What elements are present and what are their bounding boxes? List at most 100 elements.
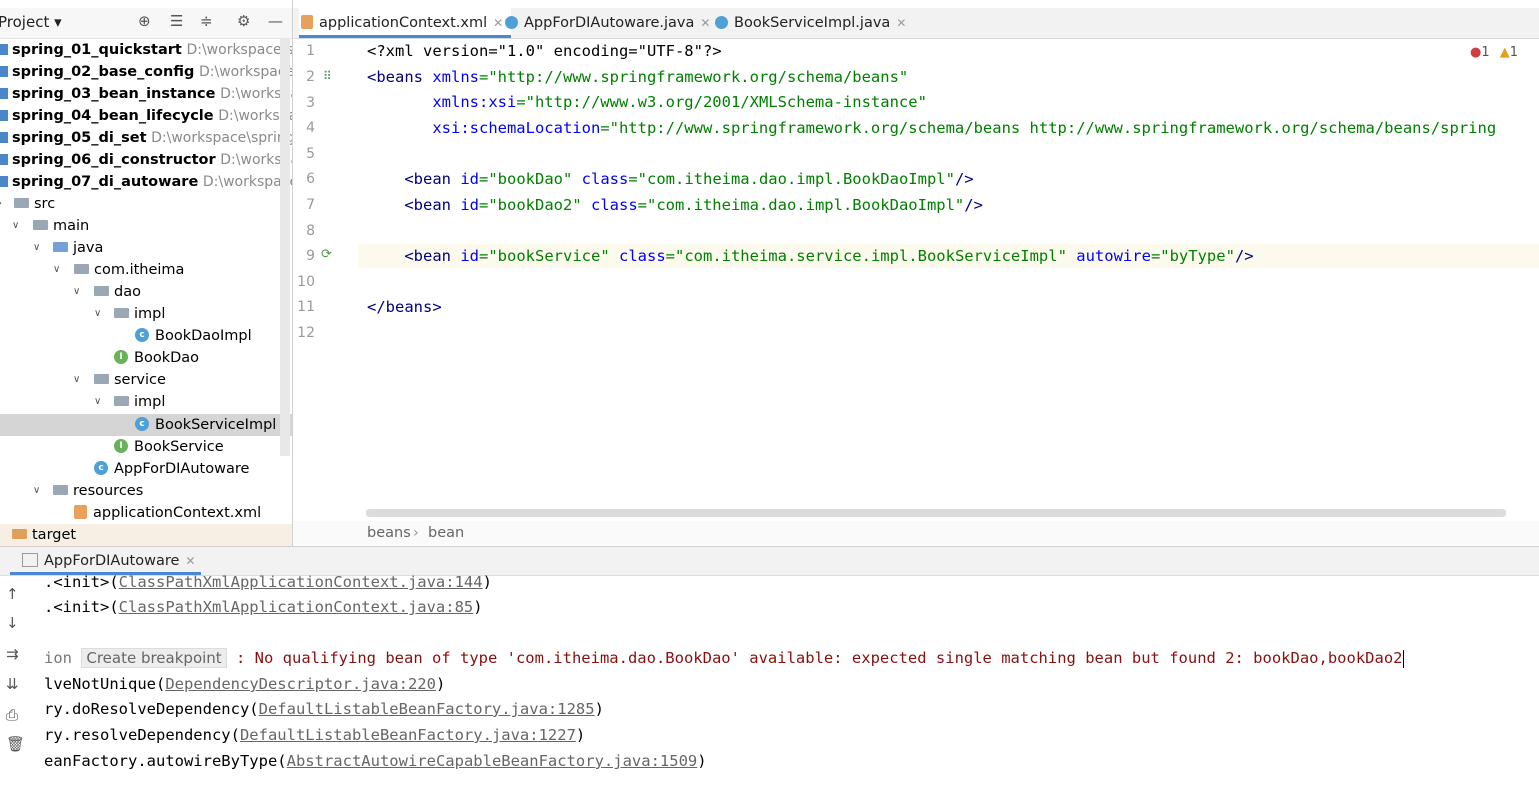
chevron-down-icon[interactable]: ∨ [94,391,101,413]
breadcrumb-beans[interactable]: beans [367,521,411,545]
module-path: D:\workspace\sp [199,64,292,80]
module-icon [0,87,8,99]
tag: <beans [367,68,423,86]
close-icon[interactable]: ✕ [185,554,195,568]
line-number: 1 [306,43,315,59]
tree-package-dao[interactable]: ∨ dao [0,281,292,303]
tree-class-appfordiautoware[interactable]: c AppForDIAutoware [0,458,292,480]
hide-panel-icon[interactable]: — [268,12,283,30]
soft-wrap-icon[interactable]: ⇉ [6,645,19,663]
close-icon[interactable]: ✕ [493,16,503,30]
tree-class-bookdaoimpl[interactable]: c BookDaoImpl [0,325,292,347]
chevron-right-icon[interactable]: › [0,193,2,215]
close-icon[interactable]: ✕ [700,16,710,30]
tree-package-com-itheima[interactable]: ∨ com.itheima [0,259,292,281]
tree-class-bookserviceimpl[interactable]: c BookServiceImpl [0,414,292,436]
source-link[interactable]: DefaultListableBeanFactory.java:1285 [259,700,595,718]
editor-horizontal-scrollbar[interactable] [366,509,1506,517]
breadcrumb-bean[interactable]: bean [428,521,464,545]
tree-label: BookDao [134,350,200,366]
tree-package-dao-impl[interactable]: ∨ impl [0,303,292,325]
print-icon[interactable]: ⎙ [6,706,18,724]
source-link[interactable]: DependencyDescriptor.java:220 [165,675,436,693]
module-name: spring_01_quickstart [12,42,182,58]
source-link[interactable]: ClassPathXmlApplicationContext.java:85 [119,598,474,616]
xml-declaration: <?xml version="1.0" encoding="UTF-8"?> [367,42,722,60]
chevron-down-icon[interactable]: ∨ [33,480,40,502]
tree-module-spring-04[interactable]: spring_04_bean_lifecycle D:\workspace\ [0,105,292,127]
warning-count: 1 [1509,45,1519,60]
console-line: ry.doResolveDependency(DefaultListableBe… [44,697,604,721]
tree-module-spring-02[interactable]: spring_02_base_config D:\workspace\sp [0,61,292,83]
trash-icon[interactable]: 🗑 [6,735,25,753]
bean-gutter-icon[interactable]: ⠿ [323,69,332,83]
collapse-all-icon[interactable]: ≑ [200,12,213,30]
module-name: spring_07_di_autoware [12,174,199,190]
attribute-value: ="http://www.springframework.org/schema/… [479,68,909,86]
tree-folder-src[interactable]: › src [0,193,292,215]
tab-bookserviceimpl-java[interactable]: BookServiceImpl.java ✕ [715,8,906,38]
error-count: 1 [1481,45,1490,60]
console-text: lveNotUnique( [44,675,166,693]
source-link[interactable]: DefaultListableBeanFactory.java:1227 [240,726,576,744]
tree-folder-resources[interactable]: ∨ resources [0,480,292,502]
tag: <bean [367,196,451,214]
tab-applicationcontext-xml[interactable]: applicationContext.xml ✕ [299,8,512,38]
gear-icon[interactable]: ⚙ [237,12,250,30]
arrow-down-icon[interactable]: ↓ [6,614,19,632]
code-editor[interactable]: <?xml version="1.0" encoding="UTF-8"?> <… [358,39,1539,509]
chevron-down-icon[interactable]: ∨ [53,259,60,281]
line-number: 9 [306,248,315,264]
console-output[interactable]: .<init>(ClassPathXmlApplicationContext.j… [30,575,1539,800]
console-text: ) [594,700,604,718]
locate-icon[interactable]: ⊕ [138,12,151,30]
chevron-down-icon[interactable]: ∨ [12,215,19,237]
console-error-line: ion Create breakpoint : No qualifying be… [44,646,1404,670]
source-link[interactable]: AbstractAutowireCapableBeanFactory.java:… [287,752,698,770]
tree-label: AppForDIAutoware [114,461,250,477]
arrow-up-icon[interactable]: ↑ [6,585,19,603]
tree-folder-main[interactable]: ∨ main [0,215,292,237]
tree-interface-bookdao[interactable]: I BookDao [0,347,292,369]
tree-folder-target[interactable]: target [0,524,292,546]
run-tab-appfordiautoware[interactable]: AppForDIAutoware ✕ [10,547,202,575]
run-tab-label: AppForDIAutoware [44,553,180,569]
code-line-11: </beans> [367,295,442,319]
console-text: .<init>( [44,598,119,616]
close-icon[interactable]: ✕ [896,16,906,30]
module-path: D:\workspace\spring\s [151,130,293,146]
project-scrollbar[interactable] [280,38,290,456]
console-text: ) [473,598,483,616]
class-icon: c [135,328,149,342]
error-message: : No qualifying bean of type 'com.itheim… [226,649,1403,667]
module-icon [0,131,8,143]
tree-package-service-impl[interactable]: ∨ impl [0,391,292,413]
tree-file-applicationcontext[interactable]: applicationContext.xml [0,502,292,524]
create-breakpoint-hint[interactable]: Create breakpoint [81,648,227,668]
tab-appfordiautoware-java[interactable]: AppForDIAutoware.java ✕ [505,8,710,38]
scroll-to-end-icon[interactable]: ⇊ [6,675,19,693]
tree-folder-java[interactable]: ∨ java [0,237,292,259]
inspection-widget[interactable]: ●1 ▲1 [1470,45,1518,60]
tree-label: impl [134,394,166,410]
tree-module-spring-06[interactable]: spring_06_di_constructor D:\workspace [0,149,292,171]
project-view-selector[interactable]: Project ▾ [0,13,62,31]
tree-module-spring-01[interactable]: spring_01_quickstart D:\workspace\spri [0,39,292,61]
chevron-down-icon[interactable]: ∨ [94,303,101,325]
chevron-down-icon[interactable]: ∨ [73,281,80,303]
chevron-down-icon[interactable]: ∨ [33,237,40,259]
tree-module-spring-05[interactable]: spring_05_di_set D:\workspace\spring\s [0,127,292,149]
console-text: ry.doResolveDependency( [44,700,259,718]
expand-all-icon[interactable]: ☰ [170,12,183,30]
chevron-down-icon[interactable]: ∨ [73,369,80,391]
tree-module-spring-07[interactable]: spring_07_di_autoware D:\workspace\sp [0,171,292,193]
tree-label: service [114,372,166,388]
tree-package-service[interactable]: ∨ service [0,369,292,391]
console-text: .<init>( [44,575,119,591]
source-link[interactable]: ClassPathXmlApplicationContext.java:144 [119,575,483,591]
console-line: .<init>(ClassPathXmlApplicationContext.j… [44,595,483,619]
bean-navigate-icon[interactable]: ⟳ [321,247,332,262]
tree-module-spring-03[interactable]: spring_03_bean_instance D:\workspace\ [0,83,292,105]
tree-label: main [53,218,90,234]
tree-interface-bookservice[interactable]: I BookService [0,436,292,458]
